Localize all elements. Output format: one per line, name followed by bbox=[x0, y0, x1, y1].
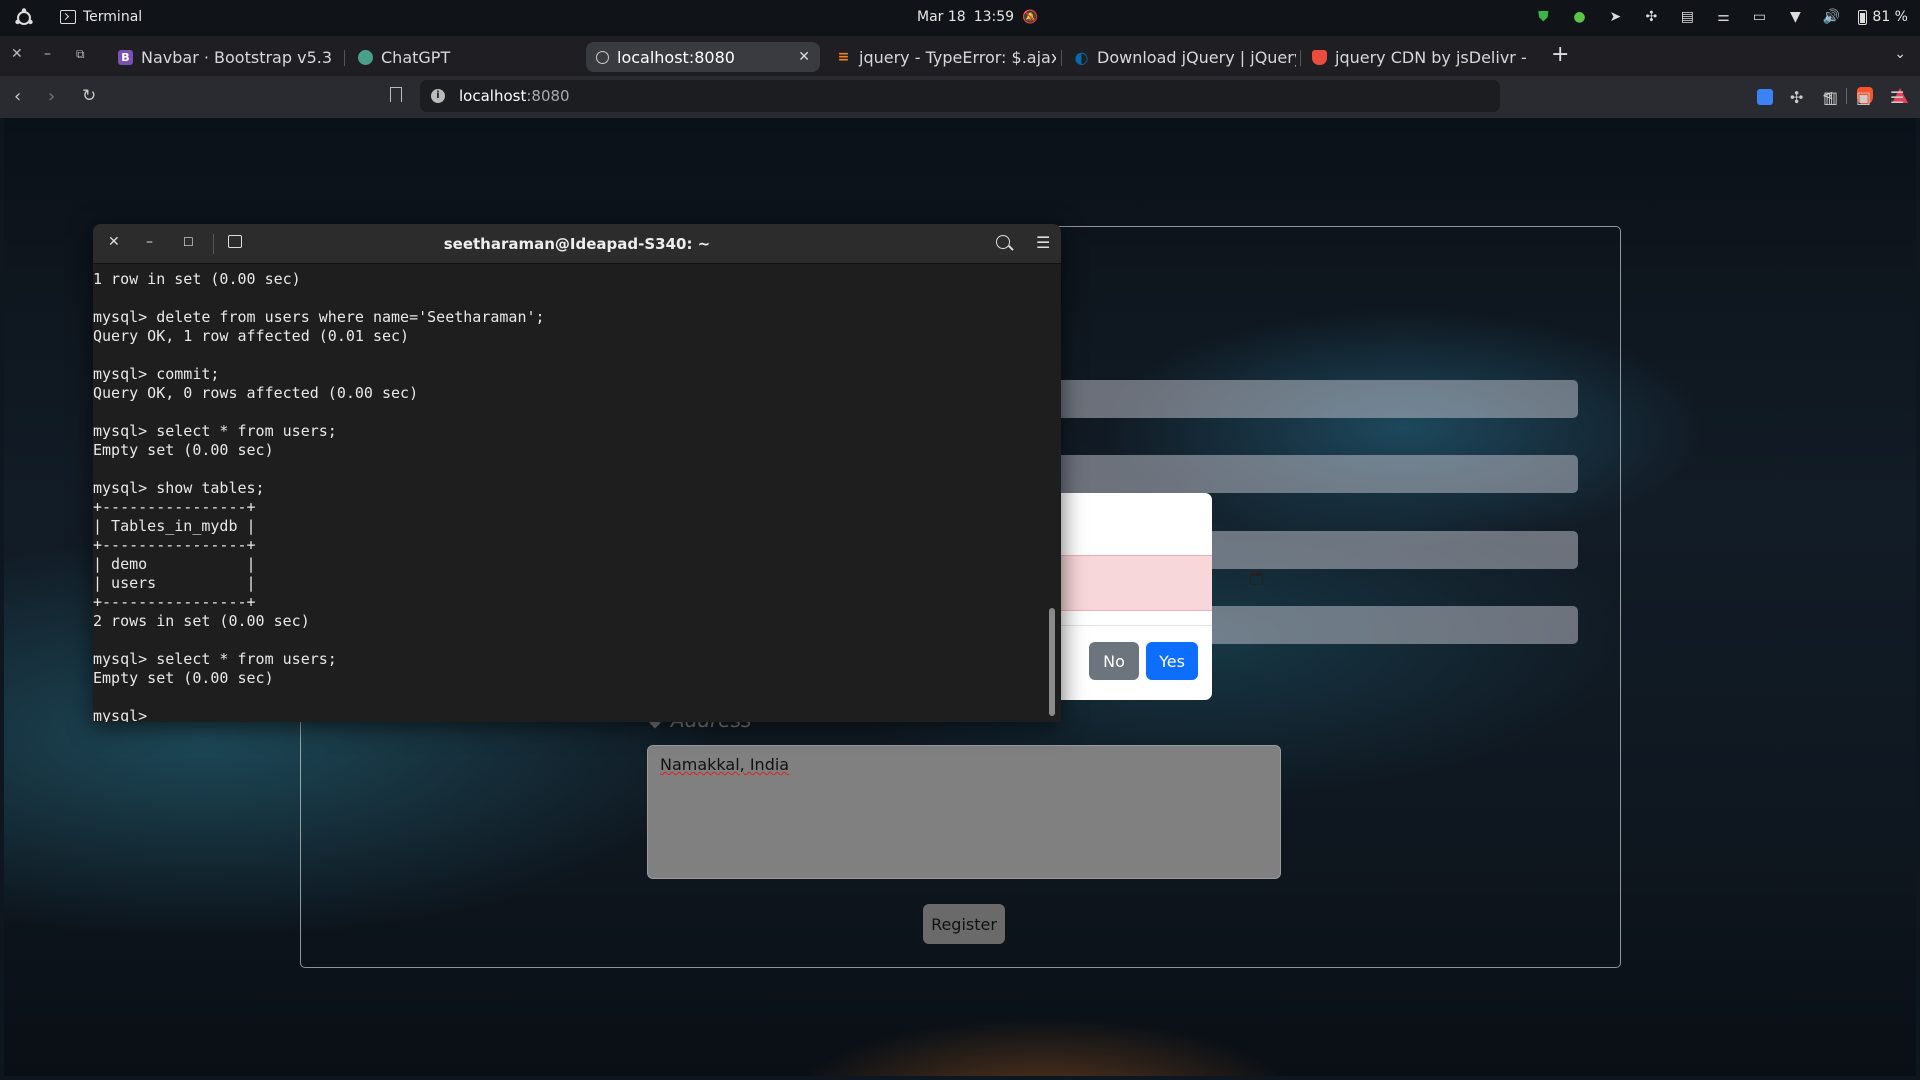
form-input-2[interactable] bbox=[1051, 455, 1578, 493]
window-restore-icon[interactable]: ⧉ bbox=[76, 47, 85, 62]
terminal-output[interactable]: 1 row in set (0.00 sec) mysql> delete fr… bbox=[93, 264, 1048, 722]
terminal-line: Empty set (0.00 sec) bbox=[93, 441, 274, 459]
terminal-window: ✕ – ☐ seetharaman@Ideapad-S340: ~ ☰ 1 ro… bbox=[93, 224, 1061, 722]
clock[interactable]: Mar 18 13:59 🔕 bbox=[917, 9, 1038, 25]
wifi-icon[interactable]: ▼ bbox=[1786, 8, 1804, 26]
send-icon[interactable]: ➤ bbox=[1606, 8, 1624, 26]
terminal-line: mysql> commit; bbox=[93, 365, 220, 383]
terminal-line: | demo | bbox=[93, 555, 256, 573]
app-menu[interactable]: Terminal bbox=[60, 9, 142, 25]
terminal-prompt-line[interactable]: mysql> bbox=[93, 707, 1048, 722]
wallet-icon[interactable]: ▣ bbox=[1856, 88, 1871, 107]
address-textarea[interactable]: Namakkal, India bbox=[647, 745, 1281, 879]
back-button[interactable]: ‹ bbox=[14, 86, 21, 107]
tab-stackoverflow-jquery[interactable]: ≡ jquery - TypeError: $.ajax bbox=[826, 42, 1056, 72]
volume-icon[interactable]: 🔊 bbox=[1822, 8, 1840, 26]
battery-indicator[interactable]: 81 % bbox=[1858, 9, 1908, 25]
window-close-icon[interactable]: ✕ bbox=[11, 46, 23, 62]
divider bbox=[1846, 88, 1847, 104]
terminal-line: Query OK, 0 rows affected (0.00 sec) bbox=[93, 384, 419, 402]
browser-toolbar: ‹ › ↻ i localhost:8080 ⋖ ✣ ▥ ▣ ☰ bbox=[0, 76, 1920, 118]
battery-percent: 81 % bbox=[1872, 9, 1908, 25]
terminal-line: mysql> select * from users; bbox=[93, 422, 337, 440]
puzzle-icon[interactable]: ✣ bbox=[1642, 8, 1660, 26]
system-tray: ⛊ ● ➤ ✣ ▤ ⚌ ▭ ▼ 🔊 81 % bbox=[1534, 8, 1908, 26]
terminal-line: | Tables_in_mydb | bbox=[93, 517, 256, 535]
extension-download-icon[interactable] bbox=[1757, 89, 1773, 105]
chatgpt-icon bbox=[358, 49, 373, 65]
terminal-scrollbar[interactable] bbox=[1049, 608, 1055, 716]
terminal-titlebar[interactable]: ✕ – ☐ seetharaman@Ideapad-S340: ~ ☰ bbox=[93, 224, 1061, 264]
tab-label: ChatGPT bbox=[381, 47, 451, 67]
terminal-line: +----------------+ bbox=[93, 498, 256, 516]
extension-green-icon[interactable]: ● bbox=[1570, 8, 1588, 26]
system-top-bar: Terminal Mar 18 13:59 🔕 ⛊ ● ➤ ✣ ▤ ⚌ ▭ ▼ … bbox=[0, 0, 1920, 36]
no-button[interactable]: No bbox=[1089, 642, 1139, 680]
tab-label: jquery - TypeError: $.ajax bbox=[859, 47, 1056, 67]
tab-list-chevron-icon[interactable]: ⌄ bbox=[1894, 46, 1906, 62]
activities-icon[interactable] bbox=[14, 8, 34, 28]
search-icon[interactable] bbox=[996, 235, 1010, 249]
battery-icon bbox=[1858, 9, 1868, 25]
clock-date: Mar 18 bbox=[917, 9, 966, 25]
forward-button[interactable]: › bbox=[48, 86, 55, 107]
tab-bootstrap-navbar[interactable]: B Navbar · Bootstrap v5.3 bbox=[108, 42, 338, 72]
globe-icon bbox=[596, 50, 609, 64]
tab-chatgpt[interactable]: ChatGPT bbox=[348, 42, 578, 72]
browser-tab-bar: ✕ – ⧉ B Navbar · Bootstrap v5.3 ChatGPT … bbox=[0, 36, 1920, 76]
terminal-line: mysql> select * from users; bbox=[93, 650, 337, 668]
sidebar-icon[interactable]: ▥ bbox=[1823, 88, 1838, 107]
clock-time: 13:59 bbox=[973, 9, 1015, 25]
bootstrap-icon: B bbox=[118, 49, 133, 65]
calendar-icon[interactable] bbox=[1250, 572, 1263, 585]
terminal-line: mysql> delete from users where name='See… bbox=[93, 308, 545, 326]
form-input-1[interactable] bbox=[1051, 380, 1578, 418]
yes-button[interactable]: Yes bbox=[1146, 642, 1198, 680]
terminal-line: 1 row in set (0.00 sec) bbox=[93, 270, 301, 288]
terminal-line: +----------------+ bbox=[93, 593, 256, 611]
site-info-icon[interactable]: i bbox=[431, 89, 445, 103]
address-bar[interactable]: i localhost:8080 ⋖ bbox=[420, 80, 1908, 112]
terminal-title: seetharaman@Ideapad-S340: ~ bbox=[443, 235, 711, 253]
new-tab-button[interactable]: + bbox=[1551, 42, 1569, 67]
tab-close-icon[interactable]: ✕ bbox=[798, 49, 810, 65]
tab-label: Download jQuery | jQuery bbox=[1097, 47, 1296, 67]
bookmark-icon[interactable] bbox=[390, 87, 402, 102]
reload-icon[interactable]: ↻ bbox=[82, 86, 96, 106]
tab-localhost[interactable]: localhost:8080 ✕ bbox=[586, 42, 820, 72]
hamburger-menu-icon[interactable]: ☰ bbox=[1036, 233, 1050, 252]
terminal-line: Query OK, 1 row affected (0.01 sec) bbox=[93, 327, 410, 345]
tab-jsdelivr[interactable]: jquery CDN by jsDelivr - A bbox=[1302, 42, 1532, 72]
menu-icon[interactable]: ☰ bbox=[1890, 88, 1904, 107]
terminal-icon bbox=[60, 10, 76, 24]
register-button[interactable]: Register bbox=[923, 904, 1005, 944]
tab-label: Navbar · Bootstrap v5.3 bbox=[141, 47, 333, 67]
window-minimize-icon[interactable]: – bbox=[44, 46, 51, 62]
terminal-line: +----------------+ bbox=[93, 536, 256, 554]
tab-label: jquery CDN by jsDelivr - A bbox=[1335, 47, 1532, 67]
clipboard-icon[interactable]: ▤ bbox=[1678, 8, 1696, 26]
terminal-line: Empty set (0.00 sec) bbox=[93, 669, 274, 687]
app-menu-label: Terminal bbox=[83, 9, 143, 25]
shield-icon[interactable]: ⛊ bbox=[1534, 8, 1552, 26]
terminal-line: 2 rows in set (0.00 sec) bbox=[93, 612, 310, 630]
tab-download-jquery[interactable]: ◐ Download jQuery | jQuery bbox=[1064, 42, 1296, 72]
notifications-muted-icon: 🔕 bbox=[1022, 9, 1039, 25]
terminal-line: | users | bbox=[93, 574, 256, 592]
terminal-line: mysql> show tables; bbox=[93, 479, 265, 497]
url-text[interactable]: localhost:8080 bbox=[459, 87, 570, 105]
screen-share-icon[interactable]: ▭ bbox=[1750, 8, 1768, 26]
tab-label: localhost:8080 bbox=[617, 47, 735, 67]
extensions-puzzle-icon[interactable]: ✣ bbox=[1790, 88, 1803, 107]
jsdelivr-icon bbox=[1312, 49, 1327, 65]
stackoverflow-icon: ≡ bbox=[837, 49, 850, 65]
toggle-icon[interactable]: ⚌ bbox=[1714, 8, 1732, 26]
jquery-icon: ◐ bbox=[1074, 47, 1089, 67]
